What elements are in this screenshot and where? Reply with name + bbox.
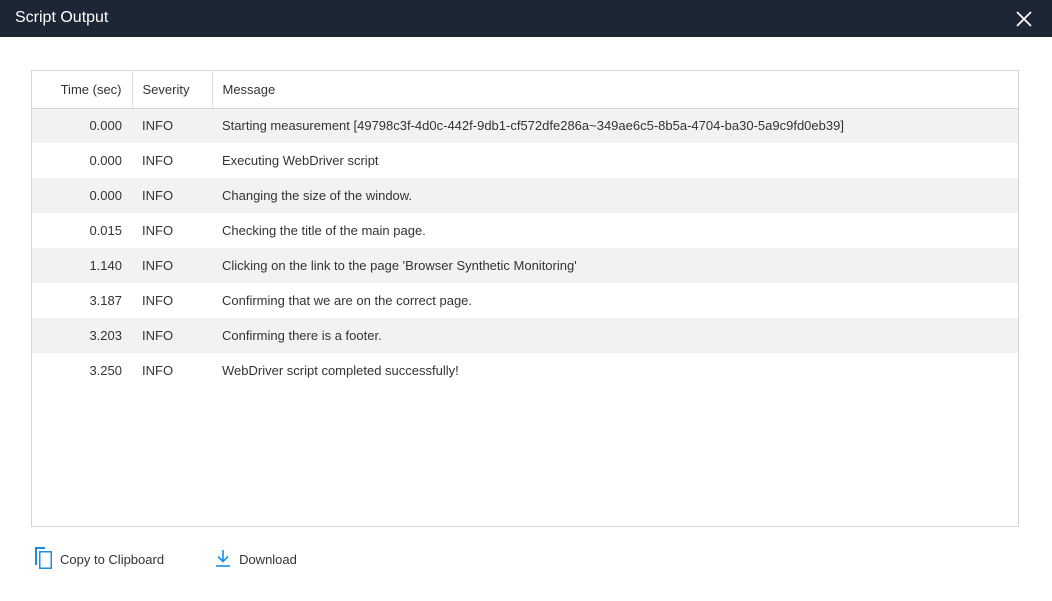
cell-time: 0.000 [32,108,132,143]
header-message[interactable]: Message [212,71,1018,109]
table-row: 3.250 INFO WebDriver script completed su… [32,353,1018,388]
cell-message: Checking the title of the main page. [212,213,1018,248]
header-severity[interactable]: Severity [132,71,213,109]
table-header-row: Time (sec) Severity Message [32,71,1018,109]
cell-severity: INFO [132,143,212,178]
script-output-table: Time (sec) Severity Message 0.000 INFO S… [31,70,1019,527]
table-row: 3.203 INFO Confirming there is a footer. [32,318,1018,353]
cell-severity: INFO [132,108,212,143]
table-row: 3.187 INFO Confirming that we are on the… [32,283,1018,318]
download-button[interactable]: Download [214,548,297,571]
table-row: 0.000 INFO Executing WebDriver script [32,143,1018,178]
cell-message: Starting measurement [49798c3f-4d0c-442f… [212,108,1018,143]
cell-time: 3.250 [32,353,132,388]
cell-message: Clicking on the link to the page 'Browse… [212,248,1018,283]
cell-message: Confirming that we are on the correct pa… [212,283,1018,318]
table-row: 0.015 INFO Checking the title of the mai… [32,213,1018,248]
cell-message: Changing the size of the window. [212,178,1018,213]
cell-severity: INFO [132,213,212,248]
dialog-actions: Copy to Clipboard Download [33,545,347,573]
cell-message: Executing WebDriver script [212,143,1018,178]
close-icon [1016,11,1032,27]
cell-time: 1.140 [32,248,132,283]
script-output-dialog: Script Output Time (sec) Severity Messag… [0,0,1052,601]
copy-to-clipboard-label: Copy to Clipboard [60,551,165,567]
download-icon [214,548,232,571]
cell-severity: INFO [132,248,212,283]
cell-time: 0.015 [32,213,132,248]
dialog-titlebar: Script Output [0,0,1052,37]
dialog-title: Script Output [15,9,109,26]
cell-severity: INFO [132,353,212,388]
header-time[interactable]: Time (sec) [32,71,133,109]
cell-severity: INFO [132,283,212,318]
table-row: 0.000 INFO Changing the size of the wind… [32,178,1018,213]
table-row: 0.000 INFO Starting measurement [49798c3… [32,108,1018,143]
table-row: 1.140 INFO Clicking on the link to the p… [32,248,1018,283]
copy-to-clipboard-button[interactable]: Copy to Clipboard [33,546,164,573]
close-button[interactable] [1014,9,1034,29]
cell-severity: INFO [132,178,212,213]
cell-time: 3.203 [32,318,132,353]
cell-time: 3.187 [32,283,132,318]
download-label: Download [239,551,297,567]
copy-icon [33,546,53,573]
cell-message: Confirming there is a footer. [212,318,1018,353]
cell-severity: INFO [132,318,212,353]
cell-time: 0.000 [32,143,132,178]
cell-message: WebDriver script completed successfully! [212,353,1018,388]
cell-time: 0.000 [32,178,132,213]
